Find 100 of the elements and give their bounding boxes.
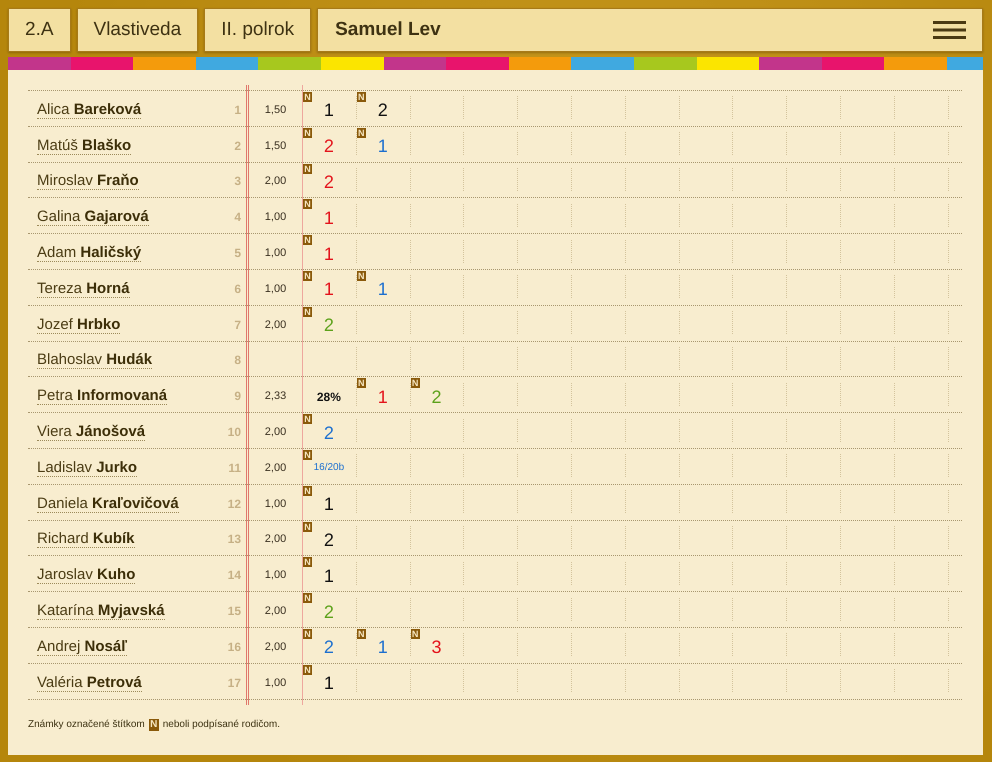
unsigned-tag: N xyxy=(303,664,312,675)
unsigned-tag: N xyxy=(356,92,366,102)
grade-mark[interactable]: 2 xyxy=(324,172,334,191)
average-grade: 2,00 xyxy=(264,640,286,653)
class-button[interactable]: 2.A xyxy=(8,8,71,52)
unsigned-tag: N xyxy=(303,450,312,460)
row-number: 11 xyxy=(228,460,241,475)
subject-button[interactable]: Vlastiveda xyxy=(76,8,198,52)
average-grade: 2,00 xyxy=(264,462,286,474)
student-name[interactable]: Ladislav Jurko xyxy=(37,458,138,477)
legend-text: Známky označené štítkom xyxy=(28,719,145,730)
row-number: 8 xyxy=(234,353,241,368)
student-name[interactable]: Tereza Horná xyxy=(37,280,130,298)
student-name[interactable]: Adam Haličský xyxy=(37,244,142,262)
student-name[interactable]: Blahoslav Hudák xyxy=(37,351,152,370)
student-name[interactable]: Jozef Hrbko xyxy=(37,316,120,334)
row-number: 14 xyxy=(228,568,241,582)
grade-mark[interactable]: 16/20b xyxy=(314,463,344,474)
grade-mark[interactable]: 1 xyxy=(324,208,334,227)
unsigned-tag: N xyxy=(410,628,420,639)
unsigned-tag: N xyxy=(303,486,312,496)
unsigned-tag: N xyxy=(148,718,159,731)
row-number: 2 xyxy=(234,138,241,153)
row-number: 16 xyxy=(228,640,241,654)
student-name[interactable]: Petra Informovaná xyxy=(37,387,168,406)
unsigned-tag: N xyxy=(303,270,312,281)
average-grade: 1,00 xyxy=(264,498,286,510)
term-button[interactable]: II. polrok xyxy=(204,8,312,52)
unsigned-tag: N xyxy=(356,628,366,639)
average-grade: 1,00 xyxy=(264,569,286,582)
unsigned-tag: N xyxy=(410,378,420,388)
grade-mark[interactable]: 1 xyxy=(378,280,388,298)
average-grade: 1,00 xyxy=(264,247,286,260)
grade-mark[interactable]: 1 xyxy=(324,101,334,120)
unsigned-tag: N xyxy=(303,628,312,639)
grade-mark[interactable]: 1 xyxy=(324,244,334,263)
unsigned-tag: N xyxy=(303,235,312,246)
student-name[interactable]: Valéria Petrová xyxy=(37,674,142,692)
unsigned-tag: N xyxy=(303,557,312,568)
unsigned-tag: N xyxy=(303,164,312,174)
student-name[interactable]: Galina Gajarová xyxy=(37,208,149,226)
row-number: 17 xyxy=(228,676,241,690)
grade-mark[interactable]: 1 xyxy=(378,388,388,406)
unsigned-tag: N xyxy=(303,92,312,102)
row-number: 7 xyxy=(234,318,241,332)
average-grade: 2,33 xyxy=(264,390,286,402)
grade-mark[interactable]: 1 xyxy=(324,495,334,514)
unsigned-tag: N xyxy=(303,128,312,138)
unsigned-tag: N xyxy=(356,270,366,281)
grade-mark[interactable]: 3 xyxy=(431,638,442,656)
user-name: Samuel Lev xyxy=(335,19,441,41)
unsigned-tag: N xyxy=(303,306,312,317)
grade-mark[interactable]: 1 xyxy=(324,566,334,585)
student-name[interactable]: Katarína Myjavská xyxy=(37,602,165,620)
unsigned-tag: N xyxy=(303,199,312,210)
average-grade: 1,00 xyxy=(264,282,286,295)
row-number: 15 xyxy=(228,604,241,618)
menu-icon[interactable] xyxy=(933,21,966,39)
row-number: 5 xyxy=(234,246,241,260)
average-grade: 2,00 xyxy=(264,175,286,188)
row-number: 10 xyxy=(228,425,241,440)
student-name[interactable]: Daniela Kraľovičová xyxy=(37,494,179,513)
student-name[interactable]: Richard Kubík xyxy=(37,530,135,548)
unsigned-tag: N xyxy=(303,414,312,424)
student-name[interactable]: Miroslav Fraňo xyxy=(37,172,139,190)
grade-mark[interactable]: 2 xyxy=(324,530,334,549)
grade-mark[interactable]: 2 xyxy=(324,137,334,156)
row-number: 13 xyxy=(228,532,241,546)
row-number: 1 xyxy=(234,102,241,117)
row-number: 6 xyxy=(234,282,241,296)
row-number: 4 xyxy=(234,210,241,224)
average-grade: 1,50 xyxy=(264,140,286,152)
unsigned-tag: N xyxy=(356,378,366,388)
grade-mark[interactable]: 1 xyxy=(378,638,388,656)
grade-mark[interactable]: 1 xyxy=(378,137,388,156)
average-grade: 1,00 xyxy=(264,211,286,224)
student-name[interactable]: Jaroslav Kuho xyxy=(37,566,136,584)
grade-mark[interactable]: 1 xyxy=(324,674,334,692)
average-grade: 2,00 xyxy=(264,426,286,438)
unsigned-tag: N xyxy=(303,522,312,532)
average-grade: 1,00 xyxy=(264,676,286,689)
average-grade: 2,00 xyxy=(264,318,286,331)
average-grade: 1,50 xyxy=(264,104,286,116)
unsigned-tag: N xyxy=(303,593,312,604)
row-number: 3 xyxy=(234,174,241,188)
grade-mark[interactable]: 2 xyxy=(324,638,334,656)
grade-mark[interactable]: 2 xyxy=(378,101,388,120)
grade-mark[interactable]: 2 xyxy=(324,424,334,442)
student-name[interactable]: Alica Bareková xyxy=(37,100,142,119)
student-name[interactable]: Viera Jánošová xyxy=(37,423,146,442)
row-number: 12 xyxy=(228,496,241,511)
grade-mark[interactable]: 28% xyxy=(316,390,341,403)
student-name[interactable]: Andrej Nosáľ xyxy=(37,638,127,656)
legend-text: neboli podpísané rodičom. xyxy=(162,719,280,730)
student-name[interactable]: Matúš Blaško xyxy=(37,136,132,155)
unsigned-tag: N xyxy=(356,128,366,138)
average-grade: 2,00 xyxy=(264,533,286,546)
row-number: 9 xyxy=(234,389,241,404)
average-grade: 2,00 xyxy=(264,605,286,618)
grade-mark[interactable]: 1 xyxy=(324,280,334,298)
